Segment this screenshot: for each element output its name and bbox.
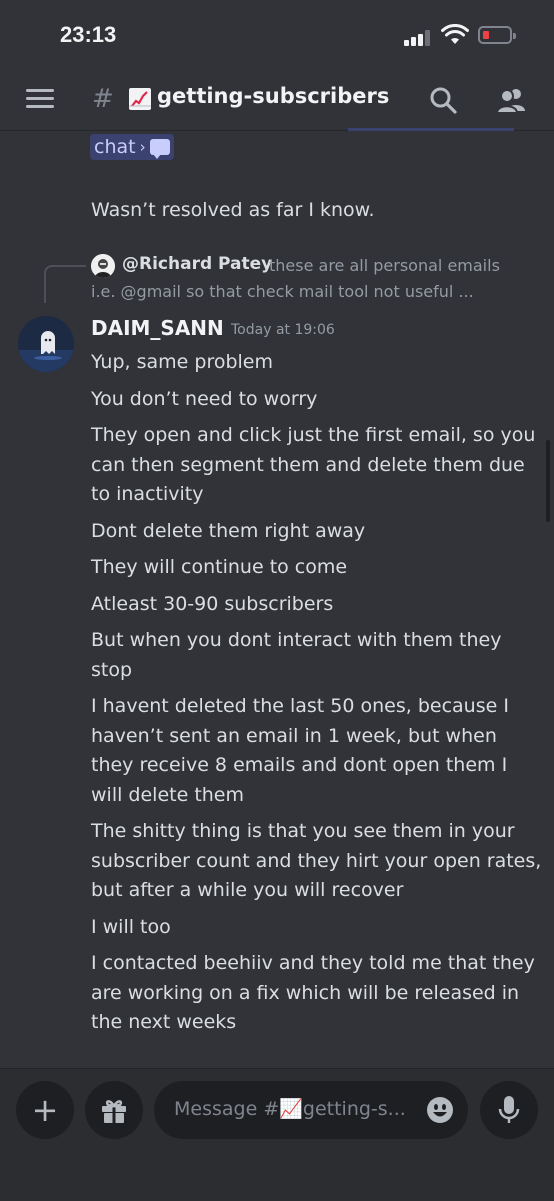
message-placeholder: Message #📈getting-s... (174, 1098, 404, 1120)
reply-text[interactable]: these are all personal emails (269, 256, 500, 275)
message-line[interactable]: They open and click just the first email… (91, 421, 543, 510)
message-line[interactable]: I contacted beehiiv and they told me tha… (91, 949, 543, 1038)
message-line[interactable]: You don’t need to worry (91, 385, 543, 415)
voice-message-button[interactable] (480, 1081, 538, 1139)
message-line[interactable]: I will too (91, 913, 543, 943)
message-line[interactable]: They will continue to come (91, 553, 543, 583)
cellular-signal-icon (404, 30, 432, 46)
wifi-icon (441, 24, 469, 44)
channel-name[interactable]: getting-subscribers (157, 84, 389, 108)
previous-message: Wasn’t resolved as far I know. (91, 199, 375, 221)
status-bar: 23:13 (0, 0, 554, 68)
channel-hash: # (92, 84, 114, 114)
message-line[interactable]: But when you dont interact with them the… (91, 626, 543, 685)
reply-avatar[interactable] (91, 254, 115, 278)
reply-text-continued[interactable]: i.e. @gmail so that check mail tool not … (91, 282, 474, 301)
menu-icon[interactable] (26, 89, 54, 109)
members-icon[interactable] (495, 85, 527, 115)
message-line[interactable]: I havent deleted the last 50 ones, becau… (91, 692, 543, 810)
microphone-icon (498, 1096, 520, 1123)
channel-header: # getting-subscribers (0, 68, 554, 131)
thread-chip[interactable]: chat › (90, 134, 174, 160)
add-attachment-button[interactable]: + (16, 1081, 74, 1139)
message-author[interactable]: DAIM_SANN (91, 316, 224, 340)
thread-chip-label: chat (94, 136, 136, 158)
emoji-icon[interactable] (426, 1096, 454, 1124)
battery-icon (478, 26, 516, 44)
gift-icon (102, 1100, 126, 1123)
chevron-right-icon: › (139, 138, 146, 156)
message-input[interactable]: Message #📈getting-s... (154, 1081, 468, 1139)
avatar[interactable] (18, 316, 74, 372)
chat-bubble-icon (149, 139, 170, 159)
message-line[interactable]: The shitty thing is that you see them in… (91, 817, 543, 906)
message-line[interactable]: Yup, same problem (91, 348, 543, 378)
reply-author[interactable]: @Richard Patey (122, 254, 272, 274)
reply-connector (44, 265, 86, 303)
scrollbar[interactable] (546, 440, 550, 522)
mention-highlight (348, 128, 514, 131)
message-line[interactable]: Atleast 30-90 subscribers (91, 590, 543, 620)
plus-icon: + (31, 1091, 59, 1129)
status-time: 23:13 (60, 22, 117, 47)
message-composer: + Message #📈getting-s... (0, 1068, 554, 1201)
message-line[interactable]: Dont delete them right away (91, 517, 543, 547)
message-list: Yup, same problem You don’t need to worr… (91, 348, 543, 1045)
gift-button[interactable] (85, 1081, 143, 1139)
search-icon[interactable] (428, 85, 458, 115)
chart-increasing-icon (129, 88, 151, 110)
message-timestamp: Today at 19:06 (231, 322, 335, 338)
